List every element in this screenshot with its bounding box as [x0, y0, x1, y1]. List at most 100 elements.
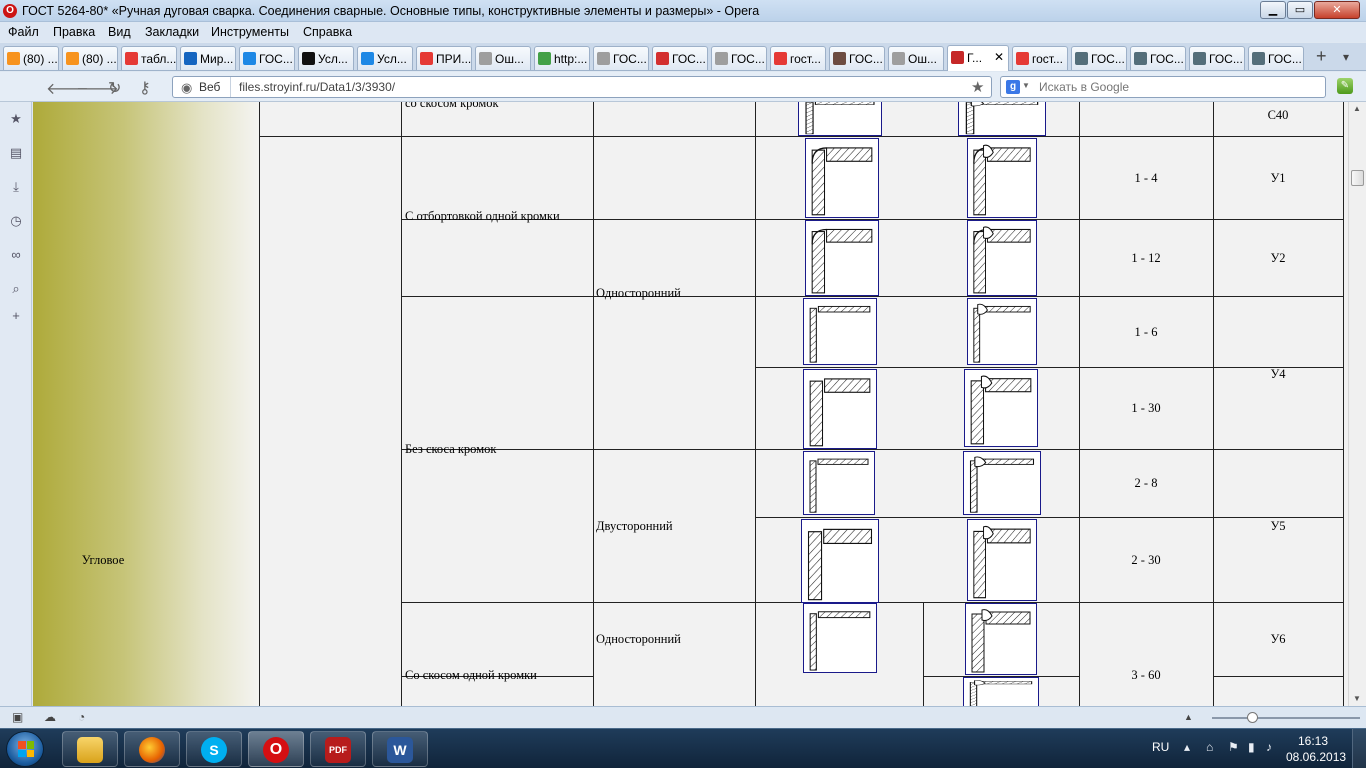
taskbar-pdf[interactable]: PDF [310, 731, 366, 767]
tab-3[interactable]: Мир... [180, 46, 236, 70]
zoom-up-arrow-icon[interactable]: ▲ [1184, 712, 1193, 722]
seam-type-label: Двусторонний [596, 519, 673, 533]
seam-type-label: Односторонний [596, 632, 681, 646]
word-icon: W [387, 737, 413, 763]
scroll-down-arrow-icon[interactable]: ▼ [1353, 694, 1361, 703]
search-input[interactable] [1039, 79, 1319, 95]
table-cell-merge [1080, 603, 1213, 706]
tab-20[interactable]: ГОС... [1189, 46, 1245, 70]
scrollbar-thumb[interactable] [1351, 170, 1364, 186]
ok-icon [7, 52, 20, 65]
tab-label: табл... [141, 52, 177, 66]
start-button[interactable] [6, 731, 44, 767]
links-icon[interactable]: ∞ [8, 247, 24, 263]
tab-10[interactable]: ГОС... [593, 46, 649, 70]
taskbar-word[interactable]: W [372, 731, 428, 767]
tab-label: ПРИ... [436, 52, 472, 66]
menu-bookmarks[interactable]: Закладки [145, 25, 199, 39]
google-icon[interactable]: g [1006, 80, 1020, 94]
menu-view[interactable]: Вид [108, 25, 131, 39]
tab-label: гост... [1032, 52, 1063, 66]
new-tab-button[interactable]: + [1316, 46, 1327, 67]
panel-toggle-icon[interactable]: ▣ [12, 710, 23, 724]
table-grid-line [923, 602, 924, 706]
language-indicator[interactable]: RU [1152, 740, 1169, 754]
scroll-up-arrow-icon[interactable]: ▲ [1353, 104, 1361, 113]
tab-17[interactable]: гост... [1012, 46, 1068, 70]
maximize-button[interactable]: ▭ [1287, 1, 1313, 19]
network-icon[interactable]: ⌂ [1206, 740, 1213, 754]
tray-expand-icon[interactable]: ▴ [1184, 740, 1190, 754]
menu-edit[interactable]: Правка [53, 25, 95, 39]
volume-icon[interactable]: ♪ [1266, 740, 1272, 754]
battery-icon[interactable]: ▮ [1248, 740, 1255, 754]
tab-21[interactable]: ГОС... [1248, 46, 1304, 70]
add-panel-icon[interactable]: + [8, 308, 24, 324]
history-clock-icon[interactable]: ◷ [8, 213, 24, 229]
show-desktop-button[interactable] [1352, 729, 1366, 768]
speed-dial-icon[interactable]: ◔ [78, 710, 85, 724]
key-icon[interactable]: ⚷ [139, 78, 151, 98]
tab-list-dropdown-icon[interactable]: ▾ [1343, 50, 1349, 64]
windows-logo-icon [18, 741, 34, 757]
tab-label: Ош... [495, 52, 524, 66]
tab-13[interactable]: гост... [770, 46, 826, 70]
search-engine-dropdown-icon[interactable]: ▼ [1022, 81, 1030, 90]
tab-2[interactable]: табл... [121, 46, 177, 70]
address-field[interactable]: ◉ Веб files.stroyinf.ru/Data1/3/3930/ ★ [172, 76, 992, 98]
joint-code-c40: С40 [1267, 108, 1289, 122]
windows-taskbar: S O PDF W RU ▴ ⌂ ⚑ ▮ ♪ 16:13 08.06.2013 [0, 728, 1366, 768]
search-box[interactable]: g ▼ [1000, 76, 1326, 98]
tab-label: ГОС... [1150, 52, 1184, 66]
tab-4[interactable]: ГОС... [239, 46, 295, 70]
cloud-icon[interactable]: ☁ [44, 710, 56, 724]
joint-code: У6 [1270, 632, 1286, 646]
taskbar-firefox[interactable] [124, 731, 180, 767]
tab-19[interactable]: ГОС... [1130, 46, 1186, 70]
notes-icon[interactable]: ▤ [8, 145, 24, 161]
firefox-icon [139, 737, 165, 763]
tab-15[interactable]: Ош... [888, 46, 944, 70]
extension-icon[interactable]: ✎ [1337, 78, 1353, 94]
tab-5[interactable]: Усл... [298, 46, 354, 70]
tab-1[interactable]: (80) ... [62, 46, 118, 70]
zoom-slider-handle[interactable] [1247, 712, 1258, 723]
tab-7[interactable]: ПРИ... [416, 46, 472, 70]
clock-date[interactable]: 08.06.2013 [1286, 750, 1346, 764]
bookmark-star-icon[interactable]: ★ [971, 78, 984, 96]
taskbar-explorer[interactable] [62, 731, 118, 767]
close-window-button[interactable]: ✕ [1314, 1, 1360, 19]
zoom-slider[interactable] [1212, 717, 1360, 719]
tab-11[interactable]: ГОС... [652, 46, 708, 70]
reload-icon[interactable]: ↻ [108, 78, 121, 98]
tab-6[interactable]: Усл... [357, 46, 413, 70]
menu-file[interactable]: Файл [8, 25, 39, 39]
page-left-background [33, 102, 259, 706]
tab-0[interactable]: (80) ... [3, 46, 59, 70]
flag-icon[interactable]: ⚑ [1228, 740, 1239, 754]
tab-8[interactable]: Ош... [475, 46, 531, 70]
search-icon[interactable]: ⌕ [8, 281, 24, 297]
tab-16[interactable]: Г... ✕ [947, 45, 1009, 71]
tab-14[interactable]: ГОС... [829, 46, 885, 70]
table-grid-line [593, 296, 1343, 297]
bookmarks-star-icon[interactable]: ★ [8, 111, 24, 127]
tab-12[interactable]: ГОС... [711, 46, 767, 70]
tab-label: гост... [790, 52, 821, 66]
tab-close-icon[interactable]: ✕ [994, 50, 1004, 64]
minimize-button[interactable]: ▁ [1260, 1, 1286, 19]
tab-9[interactable]: http:... [534, 46, 590, 70]
downloads-icon[interactable]: ⤓ [8, 179, 24, 195]
menu-tools[interactable]: Инструменты [211, 25, 289, 39]
url-text[interactable]: files.stroyinf.ru/Data1/3/3930/ [239, 80, 395, 94]
tab-18[interactable]: ГОС... [1071, 46, 1127, 70]
tab-bar: (80) ... (80) ... табл... Мир... ГОС... Усл..… [0, 43, 1366, 71]
taskbar-skype[interactable]: S [186, 731, 242, 767]
tab-label: ГОС... [1091, 52, 1125, 66]
menu-help[interactable]: Справка [303, 25, 352, 39]
thickness-range: 3 - 60 [1131, 668, 1161, 682]
clock-time[interactable]: 16:13 [1298, 734, 1328, 748]
taskbar-opera[interactable]: O [248, 731, 304, 767]
vertical-scrollbar[interactable]: ▲ ▼ [1348, 102, 1366, 706]
table-grid-line [755, 102, 756, 706]
